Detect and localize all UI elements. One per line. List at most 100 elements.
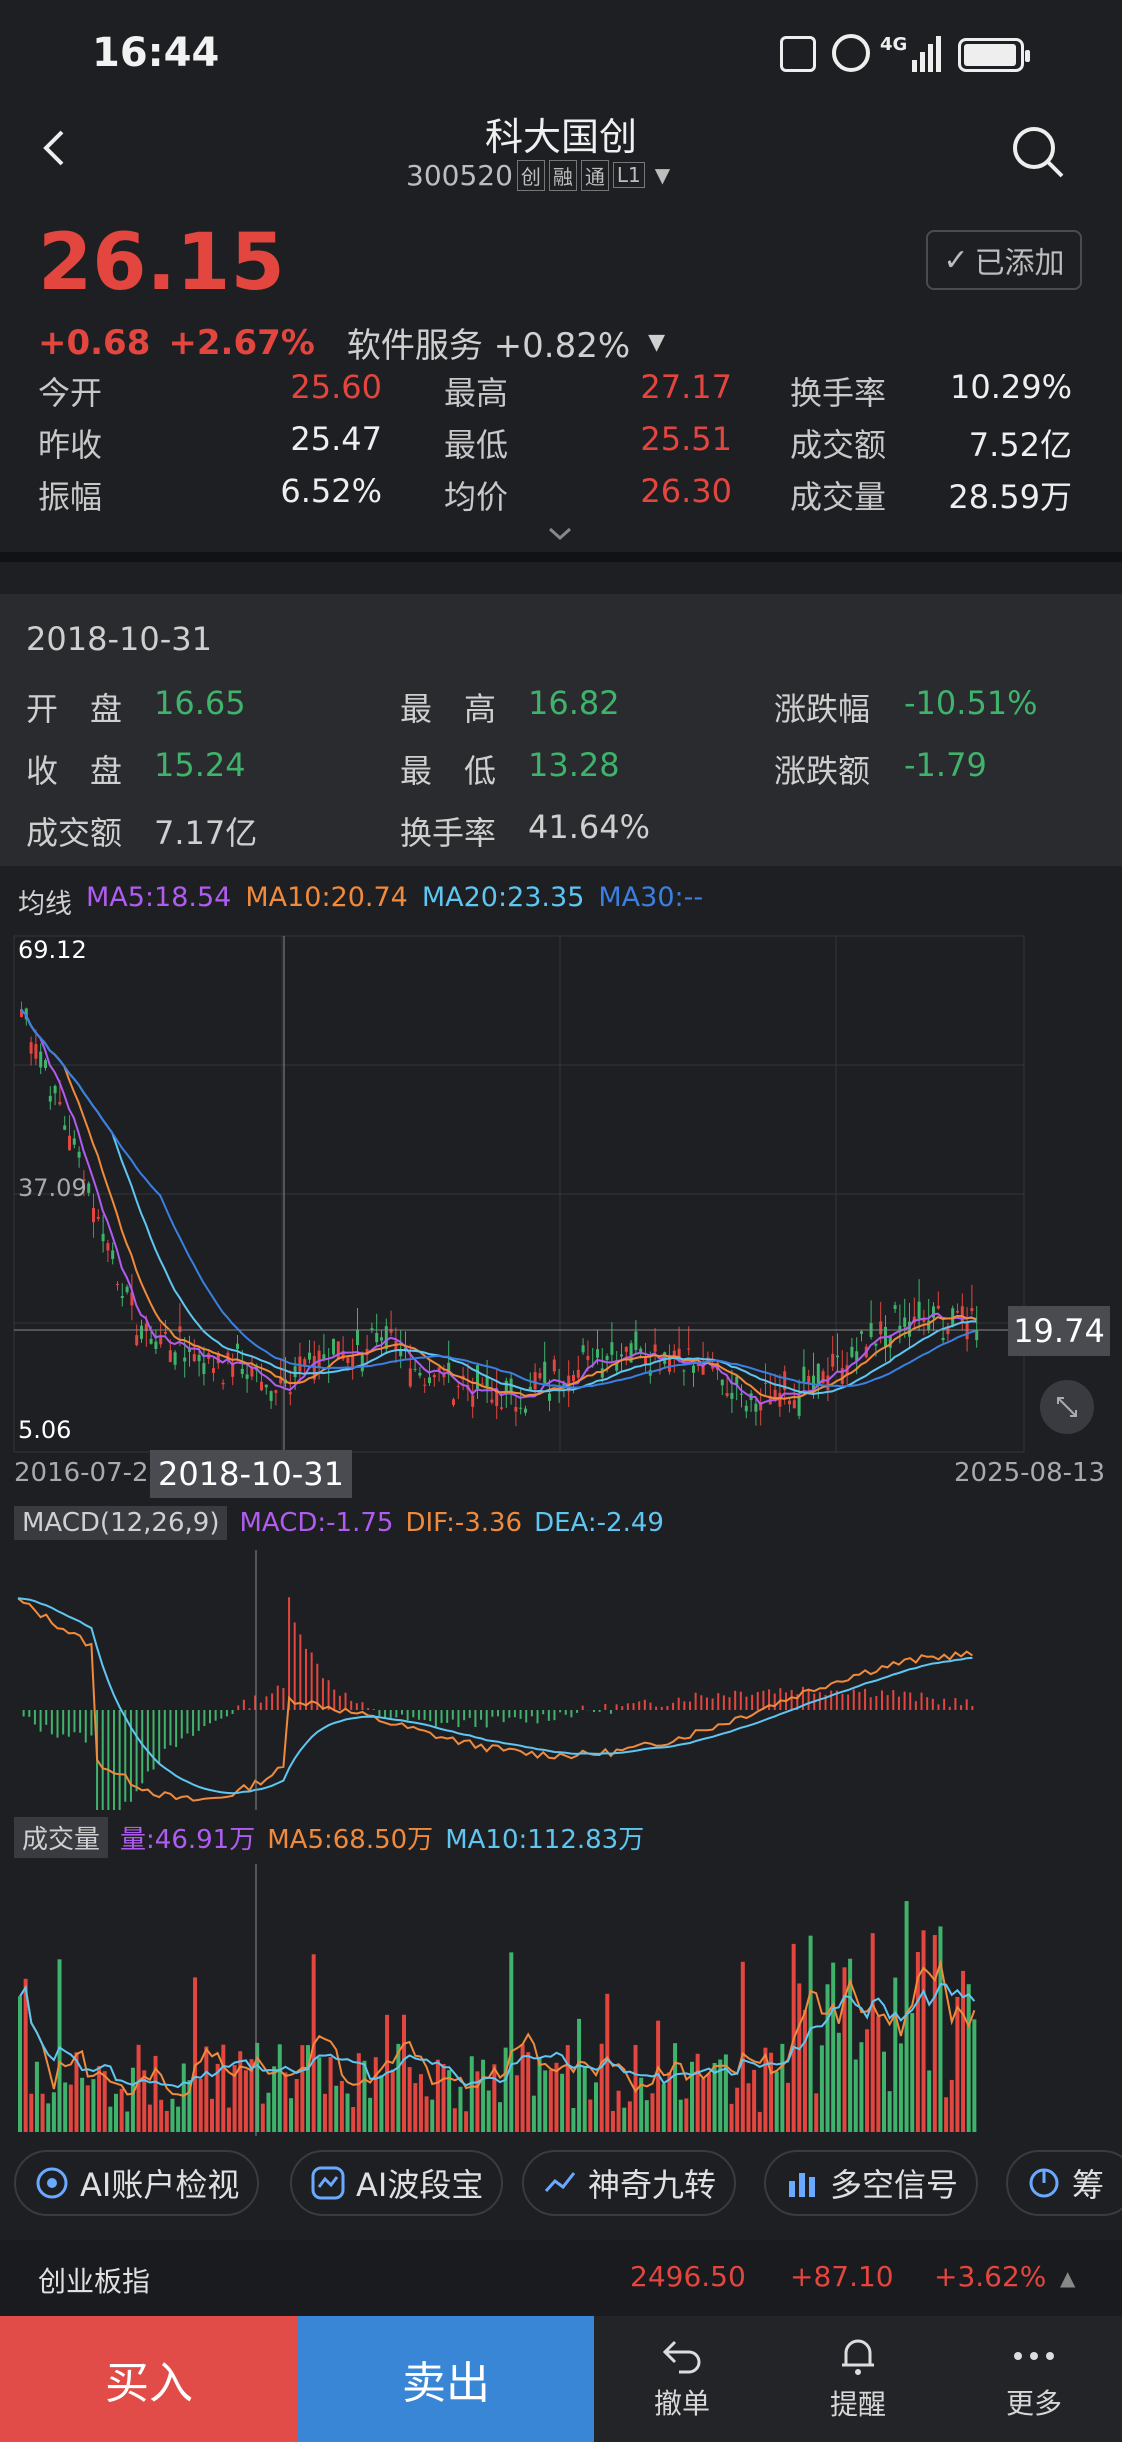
history-label: 最 低 xyxy=(400,752,497,790)
volume-selector[interactable]: 成交量 xyxy=(14,1816,109,1858)
volume-bar xyxy=(238,2051,243,2132)
volume-bar xyxy=(802,2009,807,2132)
volume-bar xyxy=(921,1930,926,2132)
history-value: 41.64% xyxy=(528,808,651,846)
volume-bar xyxy=(498,2102,502,2132)
tool-nine-turn[interactable]: 神奇九转 xyxy=(522,2150,737,2216)
bar-chart-icon xyxy=(782,2163,822,2203)
candle-body xyxy=(428,1377,431,1384)
candle-body xyxy=(111,1250,115,1259)
volume-chart[interactable] xyxy=(0,1864,1122,2136)
tool-long-short[interactable]: 多空信号 xyxy=(764,2150,979,2216)
volume-bar xyxy=(825,1984,830,2132)
candle-body xyxy=(576,1369,580,1378)
buy-button[interactable]: 买入 xyxy=(0,2316,298,2442)
expand-chevron-icon[interactable] xyxy=(548,526,572,542)
network-type: 4G xyxy=(880,34,908,55)
candle-body xyxy=(634,1331,638,1350)
candle-body xyxy=(192,1354,196,1362)
candle-body xyxy=(63,1125,67,1130)
history-label: 换手率 xyxy=(400,814,497,852)
candle-body xyxy=(836,1355,839,1358)
candle-body xyxy=(802,1366,806,1382)
ma-legend: 均线 MA5:18.54 MA10:20.74 MA20:23.35 MA30:… xyxy=(18,882,703,921)
history-detail-panel: 2018-10-31 开 盘 16.65 最 高 16.82 涨跌幅 -10.51% 收 盘… xyxy=(0,594,1122,866)
volume-bar xyxy=(610,2110,615,2132)
candle-body xyxy=(120,1295,124,1298)
candle-body xyxy=(87,1183,91,1193)
candle-body xyxy=(149,1338,153,1344)
volume-bar xyxy=(345,2093,350,2132)
candle-body xyxy=(332,1338,335,1355)
volume-bar xyxy=(644,2100,649,2132)
volume-bar xyxy=(678,2099,683,2132)
candle-body xyxy=(269,1391,273,1401)
macd-chart[interactable] xyxy=(0,1550,1122,1810)
battery-icon xyxy=(958,38,1030,72)
expand-up-icon[interactable]: ▲ xyxy=(1060,2266,1075,2290)
tool-ai-account-label: AI账户检视 xyxy=(80,2166,240,2204)
candle-body xyxy=(543,1361,547,1384)
dea-value: DEA:-2.49 xyxy=(534,1508,664,1538)
volume-bar xyxy=(701,2078,706,2132)
status-bar: 16:44 4G xyxy=(0,0,1122,110)
macd-selector[interactable]: MACD(12,26,9) xyxy=(14,1506,228,1540)
cancel-order-button[interactable]: 撤单 xyxy=(594,2316,770,2442)
volume-bar xyxy=(272,2066,277,2132)
tool-ai-wave[interactable]: AI波段宝 xyxy=(290,2150,504,2216)
fullscreen-icon[interactable] xyxy=(1040,1380,1094,1434)
ma-line xyxy=(20,1009,977,1389)
stat-label: 最高 xyxy=(444,374,509,412)
tool-ai-wave-label: AI波段宝 xyxy=(356,2166,484,2204)
volume-bar xyxy=(949,2079,954,2132)
index-ticker[interactable]: 创业板指 2496.50 +87.10 +3.62% ▲ xyxy=(0,2240,1122,2316)
tool-chips[interactable]: 筹 xyxy=(1006,2150,1122,2216)
volume-bar xyxy=(503,2047,508,2132)
price-change-pct: +2.67% xyxy=(168,322,315,363)
volume-bar xyxy=(695,2053,700,2132)
volume-bar xyxy=(396,2043,401,2132)
volume-bar xyxy=(870,1933,875,2132)
volume-bar xyxy=(458,2086,463,2132)
stat-label: 最低 xyxy=(444,426,509,464)
history-label: 最 高 xyxy=(400,690,497,728)
volume-bar xyxy=(322,2093,327,2132)
chart-area[interactable]: 均线 MA5:18.54 MA10:20.74 MA20:23.35 MA30:… xyxy=(0,866,1122,2136)
tool-ai-account[interactable]: AI账户检视 xyxy=(14,2150,260,2216)
candle-body xyxy=(423,1384,427,1386)
stock-name: 科大国创 xyxy=(484,115,637,159)
volume-bar xyxy=(684,2098,689,2132)
ma5-value: MA5:18.54 xyxy=(86,882,232,913)
volume-bar xyxy=(130,2067,135,2132)
alert-button[interactable]: 提醒 xyxy=(770,2316,946,2442)
volume-bar xyxy=(571,2108,576,2132)
sector-label[interactable]: 软件服务 +0.82% xyxy=(347,318,630,367)
stock-code-row[interactable]: 300520 创 融 通 L1 ▼ xyxy=(406,158,670,192)
volume-bar xyxy=(328,2056,333,2132)
current-price-tag: 19.74 xyxy=(1008,1306,1110,1356)
volume-bar xyxy=(362,2060,367,2132)
stat-value: 27.17 xyxy=(640,368,732,406)
more-button[interactable]: 更多 xyxy=(946,2316,1122,2442)
index-value: 2496.50 xyxy=(630,2260,746,2293)
volume-bar xyxy=(334,2085,339,2132)
watchlist-added-button[interactable]: ✓ 已添加 xyxy=(926,230,1082,290)
volume-bar xyxy=(368,2097,373,2132)
candle-body xyxy=(212,1368,215,1373)
history-value: 7.17亿 xyxy=(154,814,258,852)
candle-body xyxy=(317,1350,321,1368)
candle-body xyxy=(173,1352,177,1365)
search-icon[interactable] xyxy=(1010,124,1066,180)
history-label: 涨跌幅 xyxy=(774,690,871,728)
stat-value: 7.52亿 xyxy=(968,426,1072,464)
volume-bar xyxy=(379,2075,384,2132)
candle-body xyxy=(917,1301,921,1319)
macd-line xyxy=(17,1597,973,1802)
sell-button[interactable]: 卖出 xyxy=(298,2316,594,2442)
volume-bar xyxy=(780,2043,785,2132)
candle-body xyxy=(816,1363,820,1384)
candle-body xyxy=(360,1354,364,1372)
candle-body xyxy=(744,1405,748,1412)
volume-bar xyxy=(441,2064,446,2132)
volume-bar xyxy=(102,2071,107,2132)
